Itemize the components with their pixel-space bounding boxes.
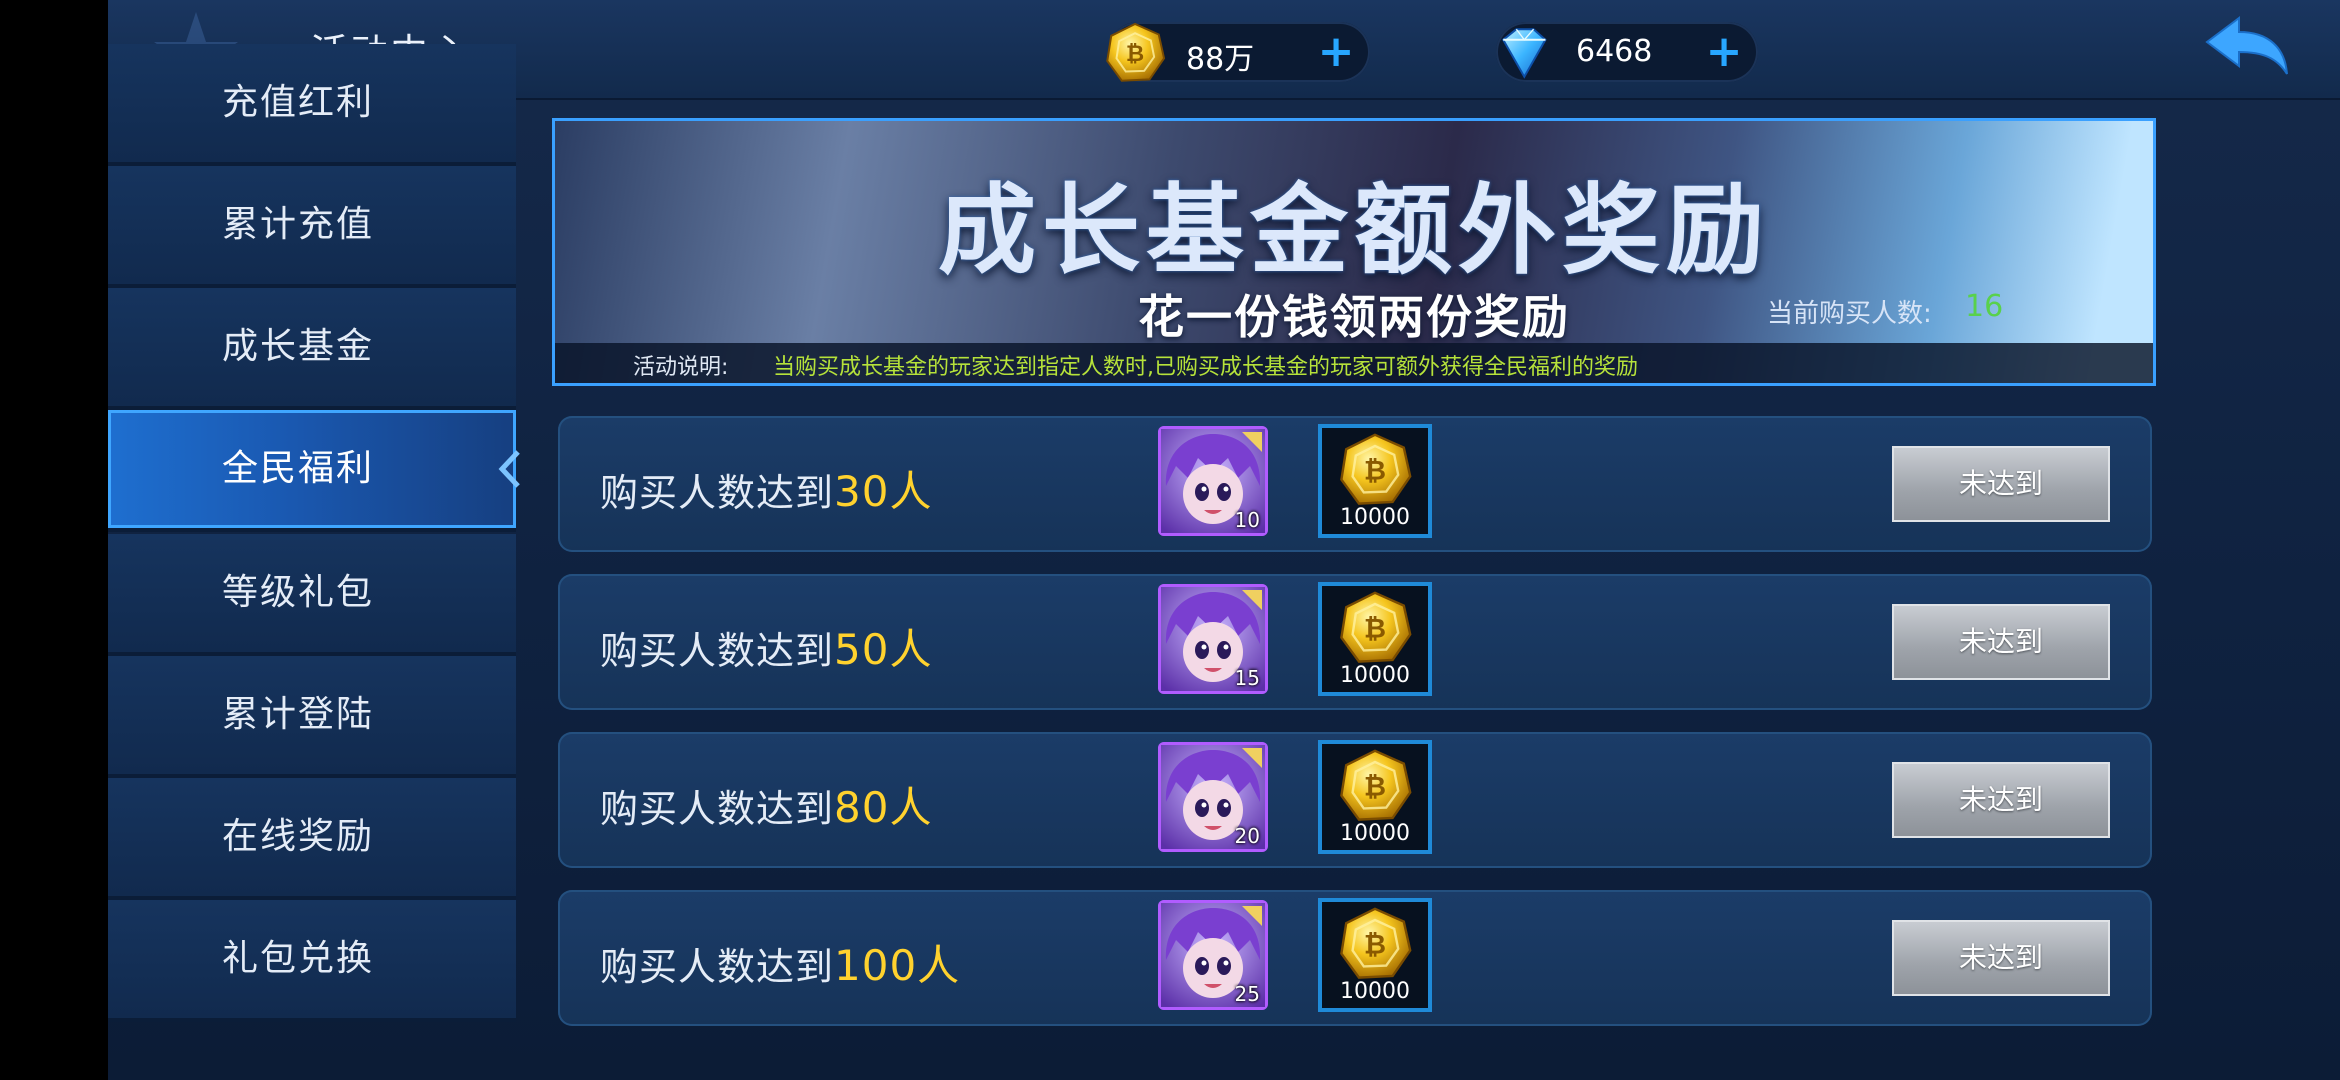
sidebar-item-label: 等级礼包 xyxy=(221,572,374,613)
condition-prefix: 购买人数达到 xyxy=(600,629,835,673)
sidebar-item-label: 礼包兑换 xyxy=(221,938,374,979)
sidebar-item-cumulative-recharge[interactable]: 累计充值 xyxy=(108,166,516,288)
reward-condition: 购买人数达到30人 xyxy=(600,458,932,519)
hero-fragment-quantity: 25 xyxy=(1234,982,1260,1006)
description-text: 当购买成长基金的玩家达到指定人数时,已购买成长基金的玩家可额外获得全民福利的奖励 xyxy=(773,355,1638,380)
reward-row: 购买人数达到30人 10 10000 未达到 xyxy=(558,416,2152,552)
sidebar-item-gift-redeem[interactable]: 礼包兑换 xyxy=(108,900,516,1022)
sidebar-item-label: 累计充值 xyxy=(221,204,374,245)
gold-reward-quantity: 10000 xyxy=(1340,663,1410,688)
gold-reward-quantity: 10000 xyxy=(1340,821,1410,846)
activity-sidebar: 充值红利 累计充值 成长基金 全民福利 等级礼包 累计登陆 在线奖励 礼包兑换 xyxy=(108,44,520,1080)
gold-reward-item[interactable]: 10000 xyxy=(1318,898,1432,1012)
hero-fragment-item[interactable]: 10 xyxy=(1158,426,1268,536)
gold-coin-icon xyxy=(1340,591,1412,663)
sidebar-item-level-gift[interactable]: 等级礼包 xyxy=(108,534,516,656)
banner-title: 成长基金额外奖励 xyxy=(937,174,1770,288)
hero-fragment-item[interactable]: 15 xyxy=(1158,584,1268,694)
claim-status-button[interactable]: 未达到 xyxy=(1892,604,2110,680)
chevron-left-icon xyxy=(498,450,520,488)
gold-reward-quantity: 10000 xyxy=(1340,979,1410,1004)
activity-center-screen: 活动中心 88万 + 6468 + 充值红利 累计充值 成长基金 xyxy=(108,0,2340,1080)
reward-row: 购买人数达到100人 25 10000 未达到 xyxy=(558,890,2152,1026)
add-diamond-button[interactable]: + xyxy=(1704,30,1744,74)
sidebar-item-growth-fund[interactable]: 成长基金 xyxy=(108,288,516,410)
sidebar-item-label: 累计登陆 xyxy=(221,694,374,735)
diamond-icon xyxy=(1501,28,1547,79)
gold-reward-item[interactable]: 10000 xyxy=(1318,582,1432,696)
hero-fragment-quantity: 20 xyxy=(1234,824,1260,848)
hero-fragment-quantity: 15 xyxy=(1234,666,1260,690)
diamond-currency: 6468 + xyxy=(1496,22,1758,82)
sidebar-item-online-reward[interactable]: 在线奖励 xyxy=(108,778,516,900)
condition-threshold: 30人 xyxy=(834,467,933,516)
claim-status-button[interactable]: 未达到 xyxy=(1892,446,2110,522)
condition-threshold: 80人 xyxy=(834,783,933,832)
gold-currency: 88万 + xyxy=(1106,22,1370,82)
event-banner: 成长基金额外奖励 花一份钱领两份奖励 当前购买人数: 16 活动说明: 当购买成… xyxy=(552,118,2156,386)
claim-status-button[interactable]: 未达到 xyxy=(1892,920,2110,996)
sidebar-item-label: 成长基金 xyxy=(221,326,374,367)
claim-status-button[interactable]: 未达到 xyxy=(1892,762,2110,838)
reward-row: 购买人数达到50人 15 10000 未达到 xyxy=(558,574,2152,710)
buyer-count-value: 16 xyxy=(1965,289,2004,324)
sidebar-item-label: 在线奖励 xyxy=(221,816,374,857)
sidebar-item-label: 充值红利 xyxy=(221,82,374,123)
add-gold-button[interactable]: + xyxy=(1316,30,1356,74)
buyer-count-label: 当前购买人数: xyxy=(1767,299,1932,329)
reward-condition: 购买人数达到80人 xyxy=(600,774,932,835)
gold-reward-quantity: 10000 xyxy=(1340,505,1410,530)
reward-condition: 购买人数达到50人 xyxy=(600,616,932,677)
gold-coin-icon xyxy=(1340,749,1412,821)
reward-row: 购买人数达到80人 20 10000 未达到 xyxy=(558,732,2152,868)
hero-fragment-quantity: 10 xyxy=(1234,508,1260,532)
condition-prefix: 购买人数达到 xyxy=(600,945,835,989)
gold-coin-icon xyxy=(1106,22,1166,82)
reward-condition: 购买人数达到100人 xyxy=(600,932,960,993)
back-arrow-icon[interactable] xyxy=(2203,12,2293,82)
description-label: 活动说明: xyxy=(633,355,729,380)
condition-prefix: 购买人数达到 xyxy=(600,787,835,831)
diamond-amount: 6468 xyxy=(1576,34,1653,69)
sidebar-item-cumulative-login[interactable]: 累计登陆 xyxy=(108,656,516,778)
gold-reward-item[interactable]: 10000 xyxy=(1318,424,1432,538)
condition-prefix: 购买人数达到 xyxy=(600,471,835,515)
sidebar-item-label: 全民福利 xyxy=(221,448,374,489)
hero-fragment-item[interactable]: 25 xyxy=(1158,900,1268,1010)
gold-coin-icon xyxy=(1340,907,1412,979)
hero-fragment-item[interactable]: 20 xyxy=(1158,742,1268,852)
condition-threshold: 50人 xyxy=(834,625,933,674)
event-description: 活动说明: 当购买成长基金的玩家达到指定人数时,已购买成长基金的玩家可额外获得全… xyxy=(555,343,2153,383)
gold-amount: 88万 xyxy=(1186,42,1255,77)
gold-reward-item[interactable]: 10000 xyxy=(1318,740,1432,854)
sidebar-item-recharge-bonus[interactable]: 充值红利 xyxy=(108,44,516,166)
sidebar-item-universal-welfare[interactable]: 全民福利 xyxy=(108,410,520,532)
condition-threshold: 100人 xyxy=(834,941,961,990)
gold-coin-icon xyxy=(1340,433,1412,505)
